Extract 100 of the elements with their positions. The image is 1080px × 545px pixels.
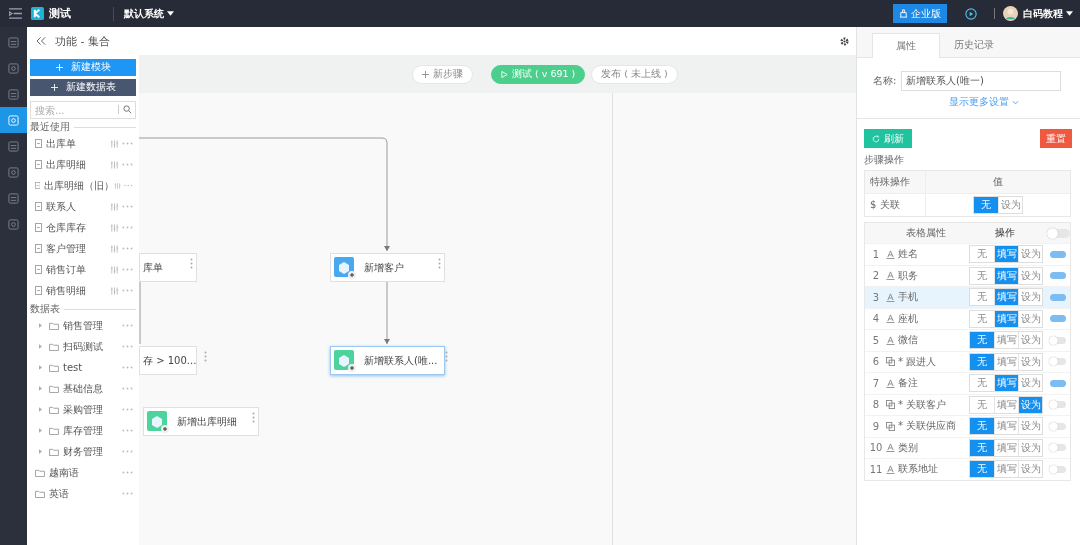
more-icon[interactable]: [122, 408, 133, 411]
panel-tab[interactable]: 属性: [872, 33, 940, 58]
more-icon[interactable]: [445, 351, 449, 362]
table-row[interactable]: 5 微信 无 填写 设为: [865, 329, 1070, 351]
more-icon[interactable]: [122, 450, 133, 453]
settings-icon[interactable]: [839, 35, 850, 47]
expand-arrow-icon[interactable]: [39, 449, 42, 454]
segment-option[interactable]: 填写: [994, 461, 1018, 478]
folder-item[interactable]: 基础信息: [30, 378, 136, 399]
flow-node[interactable]: 新增出库明细: [143, 407, 259, 436]
refresh-button[interactable]: 刷新: [864, 129, 912, 148]
table-row[interactable]: 3 手机 无 填写 设为: [865, 286, 1070, 308]
sliders-icon[interactable]: [110, 139, 119, 148]
recent-item[interactable]: 客户管理: [30, 238, 136, 259]
more-icon[interactable]: [122, 366, 133, 369]
table-row[interactable]: 7 备注 无 填写 设为: [865, 372, 1070, 394]
more-settings-link[interactable]: 显示更多设置: [948, 95, 1019, 109]
segment-option[interactable]: 设为: [1018, 439, 1042, 456]
new-module-button[interactable]: 新建模块: [30, 59, 136, 76]
name-field[interactable]: 新增联系人(唯一): [901, 71, 1061, 91]
more-icon[interactable]: [122, 226, 133, 229]
more-icon[interactable]: [122, 492, 133, 495]
search-field[interactable]: 搜索...: [30, 101, 136, 119]
segment-option[interactable]: 无: [974, 197, 998, 213]
expand-arrow-icon[interactable]: [39, 365, 42, 370]
segment-option[interactable]: 设为: [1018, 418, 1042, 435]
expand-arrow-icon[interactable]: [39, 386, 42, 391]
segment-option[interactable]: 设为: [1018, 246, 1042, 263]
toggle-switch[interactable]: [1050, 293, 1066, 301]
folder-item[interactable]: 销售管理: [30, 315, 136, 336]
segment-option[interactable]: 设为: [1018, 396, 1042, 413]
table-row[interactable]: 9 * 关联供应商 无 填写 设为: [865, 415, 1070, 437]
more-icon[interactable]: [122, 345, 133, 348]
toggle-switch[interactable]: [1050, 422, 1066, 430]
edition-button[interactable]: 企业版: [893, 4, 947, 23]
toggle-switch[interactable]: [1050, 315, 1066, 323]
recent-item[interactable]: 出库单: [30, 133, 136, 154]
flow-node[interactable]: 新增客户: [330, 253, 445, 282]
new-table-button[interactable]: 新建数据表: [30, 79, 136, 96]
sliders-icon[interactable]: [110, 265, 119, 274]
sliders-icon[interactable]: [110, 286, 119, 295]
table-row[interactable]: 10 类别 无 填写 设为: [865, 436, 1070, 458]
toggle-switch[interactable]: [1050, 401, 1066, 409]
flow-node[interactable]: 库单: [139, 253, 197, 282]
segment-option[interactable]: 无: [970, 439, 994, 456]
more-icon[interactable]: [122, 205, 133, 208]
segment-option[interactable]: 无: [970, 461, 994, 478]
sliders-icon[interactable]: [110, 223, 119, 232]
recent-item[interactable]: 销售订单: [30, 259, 136, 280]
table-row[interactable]: 4 座机 无 填写 设为: [865, 307, 1070, 329]
more-icon[interactable]: [252, 412, 255, 423]
segment-option[interactable]: 无: [970, 418, 994, 435]
sliders-icon[interactable]: [114, 181, 122, 190]
table-row[interactable]: 8 * 关联客户 无 填写 设为: [865, 393, 1070, 415]
collapse-icon[interactable]: [37, 37, 46, 45]
segment-option[interactable]: 设为: [1018, 289, 1042, 306]
folder-item[interactable]: 财务管理: [30, 441, 136, 462]
segment-option[interactable]: 设为: [1018, 267, 1042, 284]
folder-item[interactable]: 英语: [30, 483, 136, 504]
segment-option[interactable]: 无: [970, 353, 994, 370]
more-icon[interactable]: [190, 258, 193, 269]
expand-arrow-icon[interactable]: [39, 323, 42, 328]
toggle-switch[interactable]: [1050, 250, 1066, 258]
segment-option[interactable]: 填写: [994, 267, 1018, 284]
new-step-button[interactable]: 新步骤: [412, 64, 473, 84]
segment-option[interactable]: 设为: [1018, 332, 1042, 349]
sliders-icon[interactable]: [110, 244, 119, 253]
more-icon[interactable]: [122, 429, 133, 432]
sliders-icon[interactable]: [110, 160, 119, 169]
user-menu[interactable]: 白码教程: [1023, 6, 1073, 21]
recent-item[interactable]: 联系人: [30, 196, 136, 217]
expand-arrow-icon[interactable]: [39, 344, 42, 349]
avatar-icon[interactable]: [1003, 6, 1018, 21]
more-icon[interactable]: [122, 324, 133, 327]
panel-tab[interactable]: 历史记录: [940, 33, 1008, 57]
folder-item[interactable]: 扫码测试: [30, 336, 136, 357]
recent-item[interactable]: 出库明细（旧）: [30, 175, 136, 196]
segment-option[interactable]: 设为: [1018, 310, 1042, 327]
nav-item[interactable]: [0, 107, 27, 133]
more-icon[interactable]: [122, 471, 133, 474]
expand-arrow-icon[interactable]: [39, 428, 42, 433]
table-row[interactable]: 1 姓名 无 填写 设为: [865, 243, 1070, 265]
table-row[interactable]: 6 * 跟进人 无 填写 设为: [865, 350, 1070, 372]
toggle-switch[interactable]: [1050, 358, 1066, 366]
more-icon[interactable]: [122, 387, 133, 390]
publish-button[interactable]: 发布 ( 未上线 ): [591, 64, 678, 84]
system-dropdown[interactable]: 默认系统: [124, 6, 174, 21]
toggle-switch[interactable]: [1050, 336, 1066, 344]
segment-option[interactable]: 填写: [994, 310, 1018, 327]
table-row[interactable]: 11 联系地址 无 填写 设为: [865, 458, 1070, 480]
segment-option[interactable]: 无: [970, 289, 994, 306]
more-icon[interactable]: [122, 268, 133, 271]
segment-option[interactable]: 填写: [994, 246, 1018, 263]
recent-item[interactable]: 仓库库存: [30, 217, 136, 238]
more-icon[interactable]: [122, 247, 133, 250]
segment-option[interactable]: 设为: [998, 197, 1022, 213]
segment-option[interactable]: 填写: [994, 439, 1018, 456]
flow-node[interactable]: 新增联系人(唯...: [330, 346, 445, 375]
play-icon[interactable]: [965, 7, 977, 20]
segment-option[interactable]: 填写: [994, 353, 1018, 370]
